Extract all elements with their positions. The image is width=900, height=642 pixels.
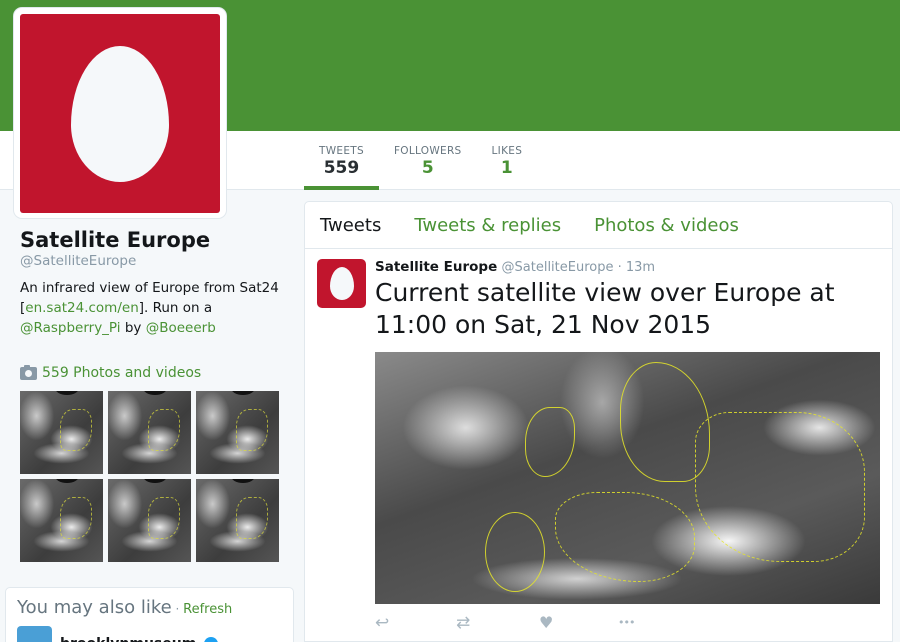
- map-outline: [695, 412, 865, 562]
- photos-and-videos-link[interactable]: 559 Photos and videos: [20, 364, 202, 381]
- photo-thumbnail[interactable]: [196, 391, 279, 474]
- photos-label: 559 Photos and videos: [42, 365, 202, 381]
- tab-tweets-and-replies[interactable]: Tweets & replies: [414, 202, 561, 248]
- suggestion-avatar[interactable]: [17, 626, 52, 642]
- you-may-also-like: You may also like · Refresh brooklynmuse…: [5, 587, 294, 642]
- map-outline: [555, 492, 695, 582]
- more-icon[interactable]: [618, 616, 644, 632]
- photo-thumbnail[interactable]: [20, 391, 103, 474]
- profile-bio: An infrared view of Europe from Sat24 [e…: [20, 278, 290, 338]
- wtf-separator: ·: [171, 602, 184, 616]
- refresh-link[interactable]: Refresh: [183, 602, 232, 617]
- profile-stats: TWEETS 559 FOLLOWERS 5 LIKES 1: [304, 131, 537, 190]
- tweet-separator: ·: [613, 260, 626, 275]
- stat-followers[interactable]: FOLLOWERS 5: [379, 131, 477, 190]
- tab-tweets[interactable]: Tweets: [320, 202, 381, 248]
- timeline: Tweets Tweets & replies Photos & videos …: [304, 201, 893, 642]
- tweet-timestamp[interactable]: 13m: [626, 260, 655, 275]
- bio-link[interactable]: en.sat24.com/en: [25, 300, 138, 316]
- suggestion-name[interactable]: brooklynmuseum: [60, 636, 196, 642]
- photo-thumbnail[interactable]: [108, 479, 191, 562]
- verified-icon: [204, 636, 219, 642]
- map-outline: [525, 407, 575, 477]
- stat-likes[interactable]: LIKES 1: [477, 131, 538, 190]
- stat-label: LIKES: [491, 145, 523, 157]
- tweet-text: Current satellite view over Europe at 11…: [375, 278, 835, 339]
- tweet-avatar[interactable]: [317, 259, 366, 308]
- tweet-author-handle: @SatelliteEurope: [501, 260, 614, 275]
- tweet-media-image[interactable]: [375, 352, 880, 604]
- bio-mention-raspberry[interactable]: @Raspberry_Pi: [20, 320, 121, 336]
- tweet[interactable]: Satellite Europe @SatelliteEurope · 13m …: [305, 249, 892, 633]
- tweet-header: Satellite Europe @SatelliteEurope · 13m: [375, 259, 880, 275]
- bio-mention-boeeerb[interactable]: @Boeeerb: [146, 320, 216, 336]
- tweet-actions: [375, 604, 880, 633]
- profile-name[interactable]: Satellite Europe: [20, 228, 290, 252]
- photo-thumbnail[interactable]: [108, 391, 191, 474]
- stat-value: 559: [323, 158, 360, 178]
- avatar-image: [20, 14, 220, 213]
- egg-icon: [330, 267, 354, 300]
- reply-icon[interactable]: [375, 613, 401, 633]
- profile-handle[interactable]: @SatelliteEurope: [20, 253, 290, 269]
- timeline-tabs: Tweets Tweets & replies Photos & videos: [305, 202, 892, 249]
- camera-icon: [20, 364, 37, 380]
- tab-photos-and-videos[interactable]: Photos & videos: [594, 202, 739, 248]
- retweet-icon[interactable]: [456, 613, 482, 633]
- egg-icon: [71, 46, 169, 182]
- like-icon[interactable]: [537, 613, 563, 632]
- wtf-title: You may also like: [17, 597, 172, 618]
- map-outline: [485, 512, 545, 592]
- profile-avatar[interactable]: [14, 8, 226, 218]
- stat-value: 5: [421, 158, 434, 178]
- bio-text: by: [120, 320, 146, 336]
- suggestion-item[interactable]: brooklynmuseum: [17, 626, 282, 642]
- photo-thumbnail[interactable]: [196, 479, 279, 562]
- photo-grid: [20, 391, 279, 562]
- stat-label: FOLLOWERS: [393, 145, 462, 157]
- photo-thumbnail[interactable]: [20, 479, 103, 562]
- bio-text: ]. Run on a: [138, 300, 213, 316]
- stat-label: TWEETS: [319, 145, 364, 157]
- profile-card: Satellite Europe @SatelliteEurope An inf…: [20, 228, 290, 338]
- tweet-author-name[interactable]: Satellite Europe: [375, 259, 497, 275]
- stat-value: 1: [500, 158, 513, 178]
- stat-tweets[interactable]: TWEETS 559: [304, 131, 379, 190]
